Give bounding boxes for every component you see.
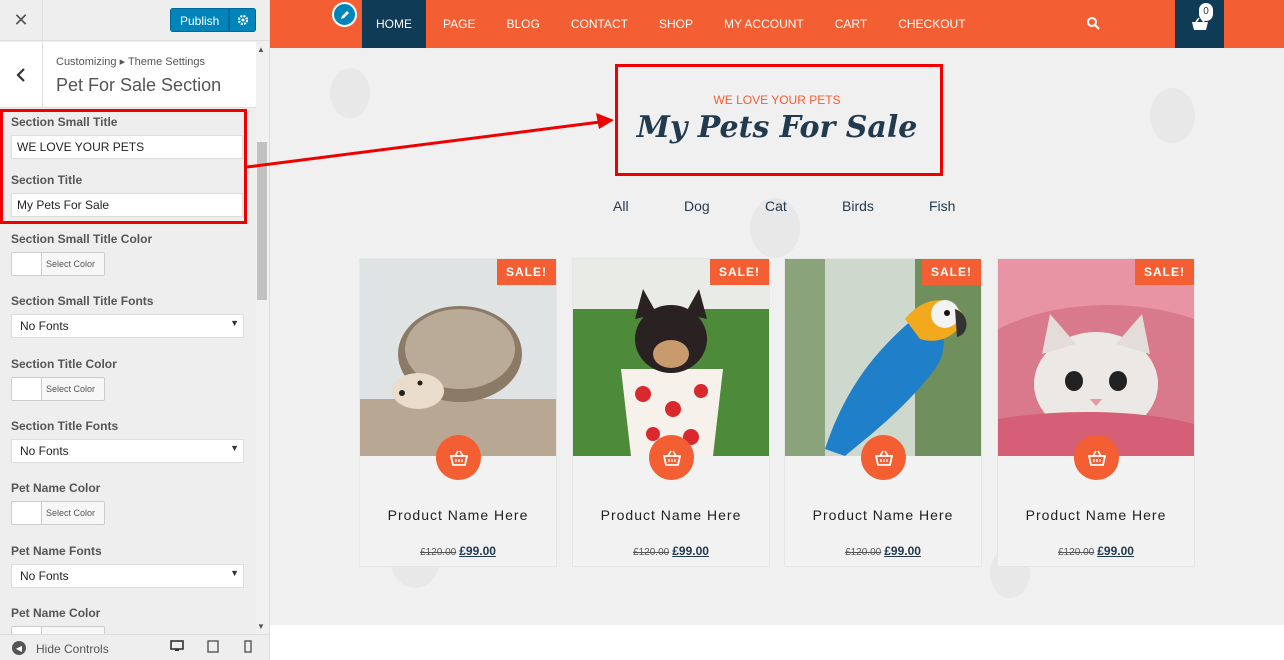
breadcrumb: Customizing ▸ Theme Settings: [56, 56, 205, 68]
select-color-button[interactable]: Select Color: [11, 501, 105, 525]
product-price: £120.00 £99.00: [1058, 544, 1134, 558]
add-to-basket-button[interactable]: [436, 435, 481, 480]
scroll-up-icon[interactable]: ▲: [257, 45, 265, 54]
chevron-down-icon: ▼: [230, 568, 239, 578]
product-card[interactable]: SALE! Product Name Here £120.00 £99.00: [359, 258, 557, 567]
tablet-preview-icon[interactable]: [207, 640, 221, 654]
chevron-down-icon: ▼: [230, 443, 239, 453]
customizer-footer: ◀ Hide Controls: [0, 634, 269, 660]
product-name[interactable]: Product Name Here: [785, 507, 981, 523]
basket-icon: [1087, 450, 1106, 466]
back-chevron-icon[interactable]: [0, 42, 43, 108]
customizer-sidebar: ✕ Publish Customizing ▸ Theme Settings P…: [0, 0, 270, 660]
site-preview: HOME PAGE BLOG CONTACT SHOP MY ACCOUNT C…: [270, 0, 1284, 660]
title-fonts-select[interactable]: No Fonts ▼: [11, 439, 244, 463]
filter-all[interactable]: All: [613, 198, 629, 214]
product-image-puppy-in-cup[interactable]: SALE!: [573, 259, 769, 456]
add-to-basket-button[interactable]: [649, 435, 694, 480]
sale-badge: SALE!: [710, 259, 769, 285]
select-color-button[interactable]: Select Color: [11, 377, 105, 401]
filter-fish[interactable]: Fish: [929, 198, 955, 214]
scrollbar-thumb[interactable]: [257, 142, 267, 300]
filter-dog[interactable]: Dog: [684, 198, 710, 214]
small-title-fonts-control: Section Small Title Fonts No Fonts ▼: [11, 294, 244, 338]
pet-name-fonts-select[interactable]: No Fonts ▼: [11, 564, 244, 588]
scrollbar[interactable]: [256, 42, 269, 634]
product-name[interactable]: Product Name Here: [573, 507, 769, 523]
pet-name-fonts-control: Pet Name Fonts No Fonts ▼: [11, 544, 244, 588]
product-name[interactable]: Product Name Here: [360, 507, 556, 523]
highlight-box-inputs: [0, 109, 247, 224]
scroll-down-icon[interactable]: ▼: [257, 622, 265, 631]
basket-icon: [449, 450, 468, 466]
filter-birds[interactable]: Birds: [842, 198, 874, 214]
small-title-fonts-select[interactable]: No Fonts ▼: [11, 314, 244, 338]
pets-for-sale-section: WE LOVE YOUR PETS My Pets For Sale All D…: [270, 48, 1284, 625]
add-to-basket-button[interactable]: [1074, 435, 1119, 480]
main-menu: HOME PAGE BLOG CONTACT SHOP MY ACCOUNT C…: [362, 0, 983, 48]
customizer-topbar: ✕ Publish: [0, 0, 269, 41]
pet-name-color-control: Pet Name Color Select Color: [11, 481, 244, 525]
title-color-label: Section Title Color: [11, 357, 117, 371]
publish-button[interactable]: Publish: [170, 8, 230, 32]
site-navbar: HOME PAGE BLOG CONTACT SHOP MY ACCOUNT C…: [270, 0, 1284, 48]
edit-pencil-icon[interactable]: [332, 2, 357, 27]
close-icon[interactable]: ✕: [0, 0, 43, 41]
menu-item-my-account[interactable]: MY ACCOUNT: [710, 0, 818, 48]
product-image-parrot[interactable]: SALE!: [785, 259, 981, 456]
search-icon[interactable]: [1086, 16, 1100, 35]
sale-badge: SALE!: [1135, 259, 1194, 285]
small-title-fonts-label: Section Small Title Fonts: [11, 294, 154, 308]
hide-controls-button[interactable]: Hide Controls: [36, 642, 109, 656]
product-card[interactable]: SALE! Product Name Here £120.00 £99.00: [997, 258, 1195, 567]
product-image-hedgehog[interactable]: SALE!: [360, 259, 556, 456]
gear-icon[interactable]: [229, 8, 257, 32]
publish-group: Publish: [170, 8, 257, 32]
title-color-control: Section Title Color Select Color: [11, 357, 244, 401]
panel-header: Customizing ▸ Theme Settings Pet For Sal…: [0, 42, 256, 108]
mobile-preview-icon[interactable]: [244, 640, 258, 654]
product-price: £120.00 £99.00: [420, 544, 496, 558]
select-color-button[interactable]: Select Color: [11, 252, 105, 276]
product-card[interactable]: SALE! Product Name Here £120.00 £99.00: [784, 258, 982, 567]
desktop-preview-icon[interactable]: [170, 640, 184, 654]
product-card[interactable]: SALE! Product Name Here £120.00 £99.00: [572, 258, 770, 567]
sale-badge: SALE!: [922, 259, 981, 285]
hide-controls-icon[interactable]: ◀: [12, 641, 26, 655]
sale-badge: SALE!: [497, 259, 556, 285]
highlight-box-title: [615, 64, 943, 176]
menu-item-page[interactable]: PAGE: [429, 0, 489, 48]
panel-title: Pet For Sale Section: [56, 75, 222, 95]
small-title-color-label: Section Small Title Color: [11, 232, 153, 246]
filter-cat[interactable]: Cat: [765, 198, 787, 214]
menu-item-home[interactable]: HOME: [362, 0, 426, 48]
pet-name-color2-label: Pet Name Color: [11, 606, 101, 620]
product-image-kitten[interactable]: SALE!: [998, 259, 1194, 456]
title-fonts-control: Section Title Fonts No Fonts ▼: [11, 419, 244, 463]
menu-item-checkout[interactable]: CHECKOUT: [884, 0, 979, 48]
title-fonts-label: Section Title Fonts: [11, 419, 119, 433]
product-price: £120.00 £99.00: [633, 544, 709, 558]
cart-count-badge: 0: [1199, 3, 1213, 21]
menu-item-contact[interactable]: CONTACT: [557, 0, 642, 48]
add-to-basket-button[interactable]: [861, 435, 906, 480]
product-price: £120.00 £99.00: [845, 544, 921, 558]
menu-item-shop[interactable]: SHOP: [645, 0, 707, 48]
menu-item-cart[interactable]: CART: [821, 0, 881, 48]
product-name[interactable]: Product Name Here: [998, 507, 1194, 523]
menu-item-blog[interactable]: BLOG: [492, 0, 553, 48]
pet-name-color-label: Pet Name Color: [11, 481, 101, 495]
small-title-color-control: Section Small Title Color Select Color: [11, 232, 244, 276]
basket-icon: [662, 450, 681, 466]
basket-icon: [874, 450, 893, 466]
chevron-down-icon: ▼: [230, 318, 239, 328]
pet-name-fonts-label: Pet Name Fonts: [11, 544, 102, 558]
